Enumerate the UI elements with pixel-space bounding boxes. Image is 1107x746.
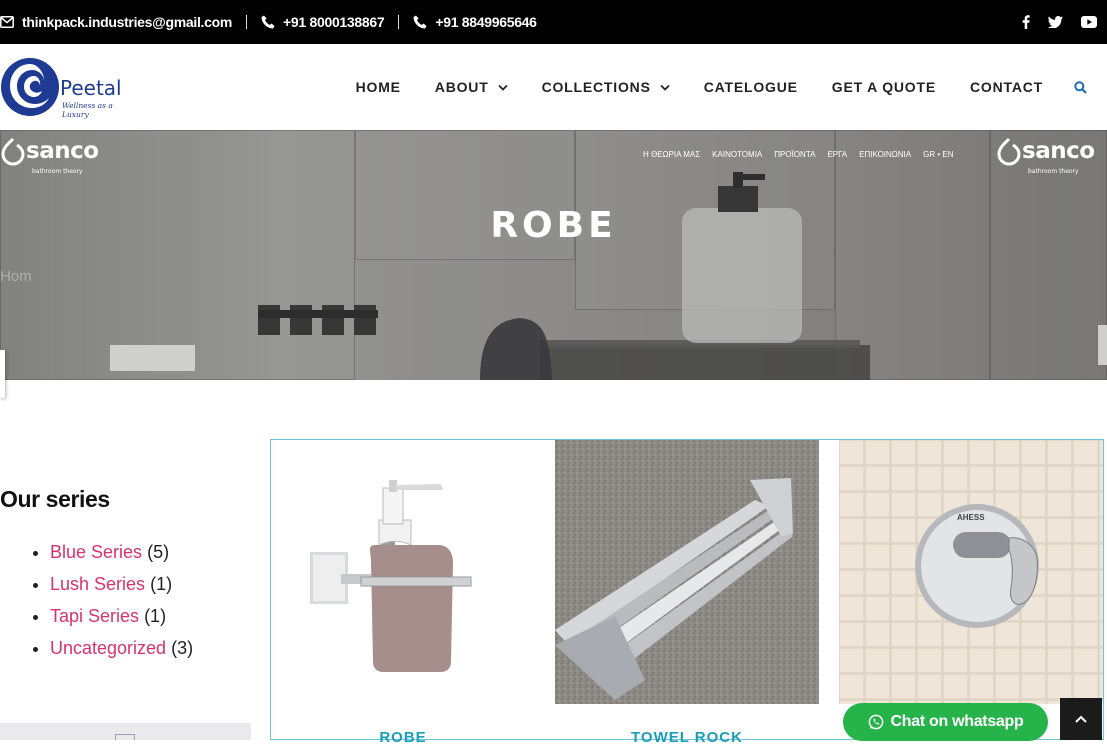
- nav-about[interactable]: ABOUT: [418, 79, 525, 95]
- nav-quote-label: GET A QUOTE: [831, 79, 936, 95]
- hero-menu-item: ΚΑΙΝΟΤΟΜΙΑ: [712, 150, 763, 159]
- logo-swirl-icon: [1, 58, 59, 116]
- product-image[interactable]: AHESS: [839, 440, 1103, 704]
- phone-icon: [413, 15, 427, 29]
- series-count: (1): [144, 606, 167, 626]
- series-count: (5): [147, 542, 170, 562]
- nav-catelogue-label: CATELOGUE: [703, 79, 798, 95]
- hero-photo-menu: Η ΘΕΩΡΙΑ ΜΑΣ ΚΑΙΝΟΤΟΜΙΑ ΠΡΟΪΟΝΤΑ ΕΡΓΑ ΕΠ…: [643, 150, 953, 159]
- series-link[interactable]: Blue Series: [50, 542, 142, 562]
- twitter-icon[interactable]: [1048, 16, 1063, 28]
- chevron-up-icon: [1075, 715, 1087, 723]
- product-card[interactable]: AHESS: [839, 440, 1103, 704]
- phone2-text: +91 8849965646: [435, 14, 537, 30]
- series-item-uncategorized: Uncategorized (3): [50, 638, 193, 670]
- sidebar-widget: [0, 723, 251, 740]
- email-link[interactable]: thinkpack.industries@gmail.com: [0, 14, 232, 30]
- series-count: (1): [150, 574, 173, 594]
- sanco-tagline: bathroom theory: [32, 168, 83, 175]
- product-image[interactable]: [555, 440, 819, 704]
- sanco-logo-left: sanco bathroom theory: [0, 136, 99, 175]
- hero-menu-item: ΠΡΟΪΟΝΤΑ: [774, 150, 816, 159]
- nav-collections-label: COLLECTIONS: [541, 79, 651, 95]
- series-link[interactable]: Lush Series: [50, 574, 145, 594]
- soap-dispenser-image: [310, 480, 472, 672]
- product-title[interactable]: ROBE: [271, 729, 535, 746]
- whatsapp-icon: [868, 714, 884, 730]
- series-link[interactable]: Tapi Series: [50, 606, 139, 626]
- nav-home-label: HOME: [355, 79, 401, 95]
- series-count: (3): [171, 638, 194, 658]
- phone1-link[interactable]: +91 8000138867: [261, 14, 385, 30]
- series-item-blue: Blue Series (5): [50, 542, 193, 574]
- hook-brand-mark: AHESS: [957, 513, 985, 522]
- youtube-icon[interactable]: [1081, 16, 1097, 28]
- social-links: [1022, 0, 1097, 44]
- breadcrumb[interactable]: Hom: [0, 268, 32, 285]
- facebook-icon[interactable]: [1022, 15, 1030, 29]
- product-image[interactable]: [271, 440, 535, 704]
- nav-home[interactable]: HOME: [339, 79, 418, 95]
- envelope-icon: [0, 16, 14, 28]
- logo-tagline: Wellness as a Luxury: [62, 101, 113, 119]
- phone-icon: [261, 15, 275, 29]
- logo-name: Peetal: [60, 76, 122, 100]
- towel-rock-image: [555, 440, 819, 704]
- contact-info: thinkpack.industries@gmail.com +91 80001…: [0, 14, 537, 30]
- sanco-brand-text: sanco: [1022, 138, 1095, 164]
- chevron-down-icon: [660, 84, 670, 91]
- series-link[interactable]: Uncategorized: [50, 638, 166, 658]
- robe-hook-image: AHESS: [839, 440, 1103, 704]
- whatsapp-chat-button[interactable]: Chat on whatsapp: [843, 703, 1048, 741]
- product-title[interactable]: TOWEL ROCK: [555, 729, 819, 746]
- email-text: thinkpack.industries@gmail.com: [22, 14, 233, 30]
- sanco-drop-icon: [1, 137, 25, 166]
- hero-overlay: [0, 130, 1107, 380]
- sidebar-title: Our series: [0, 486, 110, 512]
- sanco-drop-icon: [997, 137, 1021, 166]
- sanco-tagline: bathroom theory: [1028, 168, 1079, 175]
- hero-menu-item: GR • EN: [923, 150, 954, 159]
- sanco-logo-right: sanco bathroom theory: [996, 136, 1095, 175]
- hero-menu-item: Η ΘΕΩΡΙΑ ΜΑΣ: [643, 150, 701, 159]
- product-card[interactable]: ROBE: [271, 440, 535, 746]
- series-item-lush: Lush Series (1): [50, 574, 193, 606]
- site-header: Peetal Wellness as a Luxury HOME ABOUT C…: [0, 44, 1107, 130]
- nav-get-a-quote[interactable]: GET A QUOTE: [815, 79, 953, 95]
- product-grid: ROBE TOWEL ROCK AHESS: [270, 439, 1104, 746]
- main-nav: HOME ABOUT COLLECTIONS CATELOGUE GET A Q…: [339, 44, 1107, 130]
- page-hero: sanco bathroom theory sanco bathroom the…: [0, 130, 1107, 380]
- nav-contact[interactable]: CONTACT: [953, 79, 1060, 95]
- phone1-text: +91 8000138867: [283, 14, 385, 30]
- divider: [398, 15, 400, 29]
- chevron-down-icon: [497, 84, 508, 91]
- divider: [246, 15, 248, 29]
- nav-contact-label: CONTACT: [970, 79, 1043, 95]
- site-logo[interactable]: Peetal Wellness as a Luxury: [0, 56, 126, 119]
- sanco-brand-text: sanco: [26, 138, 99, 164]
- scroll-to-top-button[interactable]: [1060, 698, 1102, 740]
- series-list: Blue Series (5) Lush Series (1) Tapi Ser…: [32, 542, 193, 670]
- nav-catelogue[interactable]: CATELOGUE: [687, 79, 815, 95]
- series-item-tapi: Tapi Series (1): [50, 606, 193, 638]
- hero-menu-item: ΕΡΓΑ: [827, 150, 848, 159]
- top-bar: thinkpack.industries@gmail.com +91 80001…: [0, 0, 1107, 44]
- nav-about-label: ABOUT: [434, 79, 489, 95]
- page-title: ROBE: [490, 205, 617, 246]
- search-button[interactable]: [1060, 80, 1107, 94]
- phone2-link[interactable]: +91 8849965646: [413, 14, 537, 30]
- whatsapp-label: Chat on whatsapp: [890, 713, 1024, 730]
- document-icon: [115, 734, 135, 740]
- search-icon: [1074, 80, 1087, 94]
- nav-collections[interactable]: COLLECTIONS: [525, 79, 687, 95]
- hero-menu-item: ΕΠΙΚΟΙΝΩΝΙΑ: [859, 150, 912, 159]
- product-card[interactable]: TOWEL ROCK: [555, 440, 819, 746]
- side-tab-marker[interactable]: [0, 350, 5, 398]
